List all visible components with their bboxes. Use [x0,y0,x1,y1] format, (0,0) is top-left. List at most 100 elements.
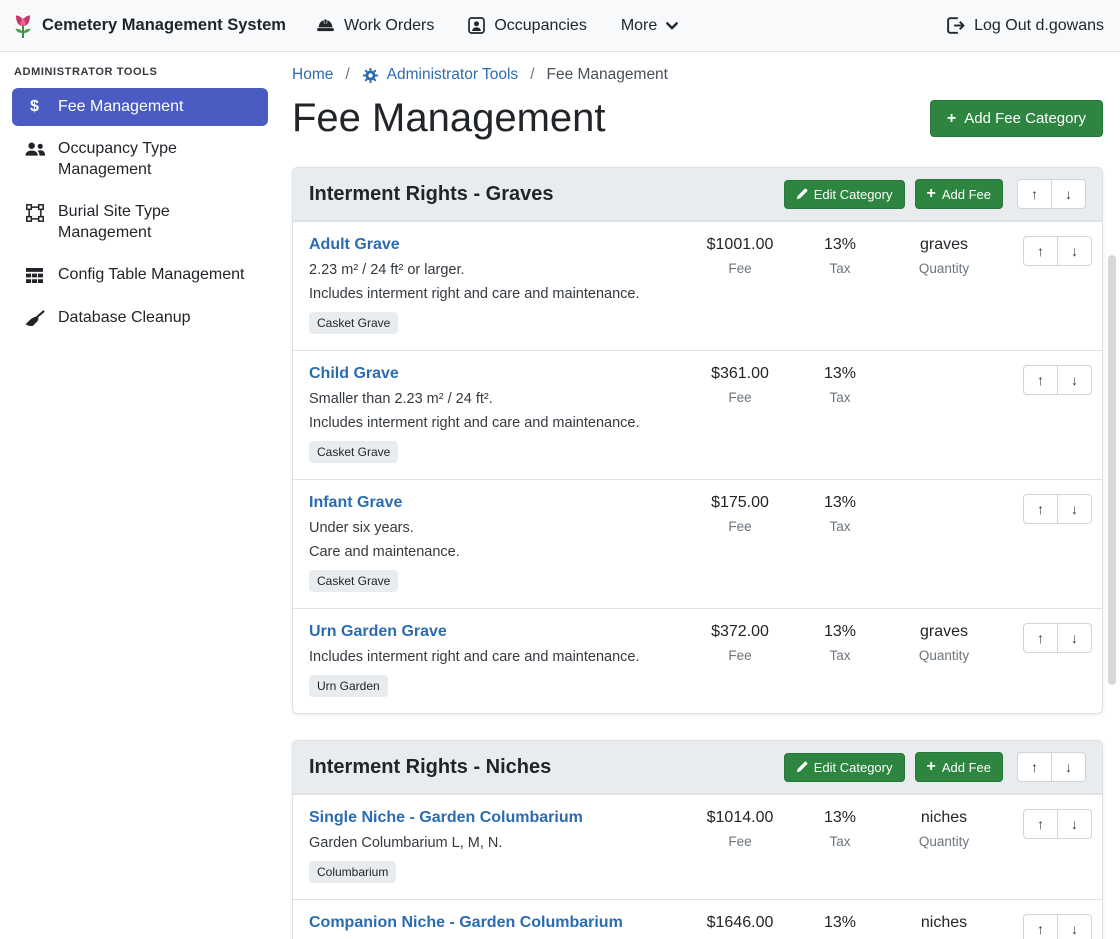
down-arrow-icon: ↓ [1071,372,1078,388]
fee-type-badge: Casket Grave [309,312,398,334]
move-category-up-button[interactable]: ↑ [1017,179,1052,209]
pencil-icon [796,761,808,773]
breadcrumb: Home / Administrator Tools / Fee Managem… [292,66,1103,84]
tax-value: 13% [798,494,882,512]
up-arrow-icon: ↑ [1037,630,1044,646]
nav-work-orders[interactable]: Work Orders [316,17,434,35]
move-fee-down-button[interactable]: ↓ [1057,809,1092,839]
category-reorder: ↑ ↓ [1017,179,1086,209]
app-brand[interactable]: Cemetery Management System [12,12,286,39]
fee-description: 2.23 m² / 24 ft² or larger. [309,262,682,278]
move-fee-up-button[interactable]: ↑ [1023,809,1058,839]
fee-row: Single Niche - Garden Columbarium Garden… [293,794,1102,899]
logout-icon [946,17,965,34]
fee-name-link[interactable]: Adult Grave [309,236,400,254]
up-arrow-icon: ↑ [1031,186,1038,202]
fee-value: $361.00 [688,365,792,383]
category-title: Interment Rights - Niches [309,756,774,779]
fee-info: Single Niche - Garden Columbarium Garden… [309,809,682,883]
tax-label: Tax [798,519,882,534]
fee-type-badge: Casket Grave [309,570,398,592]
fee-amount: $1001.00 Fee [688,236,792,276]
tax-value: 13% [798,365,882,383]
move-fee-up-button[interactable]: ↑ [1023,494,1058,524]
button-label: Add Fee Category [964,110,1086,127]
fee-name-link[interactable]: Child Grave [309,365,399,383]
tax-label: Tax [798,648,882,663]
move-fee-down-button[interactable]: ↓ [1057,914,1092,939]
tax-label: Tax [798,834,882,849]
fee-label: Fee [688,261,792,276]
occupancy-icon [468,17,485,34]
category-card-graves: Interment Rights - Graves Edit Category … [292,167,1103,714]
move-fee-down-button[interactable]: ↓ [1057,236,1092,266]
fee-amount: $1646.00 Fee [688,914,792,939]
fee-reorder: ↑ ↓ [1023,236,1092,266]
fee-tax: 13% Tax [798,809,882,849]
down-arrow-icon: ↓ [1071,630,1078,646]
fee-name-link[interactable]: Companion Niche - Garden Columbarium [309,914,623,932]
move-fee-up-button[interactable]: ↑ [1023,365,1058,395]
breadcrumb-admin-tools[interactable]: Administrator Tools [362,66,519,84]
nav-occupancies[interactable]: Occupancies [468,17,587,35]
fee-name-link[interactable]: Urn Garden Grave [309,623,447,641]
tax-value: 13% [798,809,882,827]
button-label: Edit Category [814,187,893,202]
move-fee-down-button[interactable]: ↓ [1057,365,1092,395]
tax-value: 13% [798,623,882,641]
fee-description: Garden Columbarium L, M, N. [309,835,682,851]
move-category-down-button[interactable]: ↓ [1051,752,1086,782]
main-content: Home / Administrator Tools / Fee Managem… [280,52,1120,939]
breadcrumb-current: Fee Management [547,66,669,84]
edit-category-button[interactable]: Edit Category [784,753,905,782]
sidebar-item-label: Fee Management [58,97,183,117]
fee-label: Fee [688,834,792,849]
breadcrumb-home[interactable]: Home [292,66,333,84]
move-fee-down-button[interactable]: ↓ [1057,623,1092,653]
add-fee-category-button[interactable]: + Add Fee Category [930,100,1103,137]
up-arrow-icon: ↑ [1037,243,1044,259]
nav-more[interactable]: More [621,17,678,35]
fee-value: $372.00 [688,623,792,641]
category-header: Interment Rights - Niches Edit Category … [293,741,1102,794]
sidebar-item-label: Config Table Management [58,265,245,285]
sidebar-item-label: Database Cleanup [58,308,191,328]
move-fee-down-button[interactable]: ↓ [1057,494,1092,524]
move-category-down-button[interactable]: ↓ [1051,179,1086,209]
fee-label: Fee [688,648,792,663]
button-label: Add Fee [942,760,991,775]
sidebar-item-database-cleanup[interactable]: Database Cleanup [12,299,268,337]
sidebar-item-occupancy-type[interactable]: Occupancy Type Management [12,130,268,189]
sidebar-item-burial-site-type[interactable]: Burial Site Type Management [12,193,268,252]
move-fee-up-button[interactable]: ↑ [1023,623,1058,653]
sidebar-item-fee-management[interactable]: $ Fee Management [12,88,268,126]
fee-amount: $175.00 Fee [688,494,792,534]
fee-reorder: ↑ ↓ [1023,809,1092,839]
breadcrumb-label: Administrator Tools [387,66,519,84]
fee-description: Includes interment right and care and ma… [309,649,682,665]
tax-label: Tax [798,390,882,405]
fee-description: Under six years. [309,520,682,536]
add-fee-button[interactable]: + Add Fee [915,179,1004,209]
fee-row: Adult Grave 2.23 m² / 24 ft² or larger. … [293,221,1102,350]
fee-name-link[interactable]: Single Niche - Garden Columbarium [309,809,583,827]
fee-type-badge: Urn Garden [309,675,388,697]
up-arrow-icon: ↑ [1037,921,1044,937]
fee-amount: $1014.00 Fee [688,809,792,849]
main-nav: Work Orders Occupancies More [316,17,678,35]
edit-category-button[interactable]: Edit Category [784,180,905,209]
fee-info: Companion Niche - Garden Columbarium Gar… [309,914,682,939]
quantity-value: niches [888,914,1000,932]
chevron-down-icon [666,22,678,30]
page-scrollbar[interactable] [1108,255,1116,685]
move-category-up-button[interactable]: ↑ [1017,752,1052,782]
fee-name-link[interactable]: Infant Grave [309,494,402,512]
quantity-label: Quantity [888,648,1000,663]
fee-tax: 13% Tax [798,914,882,939]
admin-sidebar: ADMINISTRATOR TOOLS $ Fee Management Occ… [0,52,280,939]
sidebar-item-config-table[interactable]: Config Table Management [12,256,268,294]
add-fee-button[interactable]: + Add Fee [915,752,1004,782]
move-fee-up-button[interactable]: ↑ [1023,236,1058,266]
logout-link[interactable]: Log Out d.gowans [946,17,1104,35]
move-fee-up-button[interactable]: ↑ [1023,914,1058,939]
